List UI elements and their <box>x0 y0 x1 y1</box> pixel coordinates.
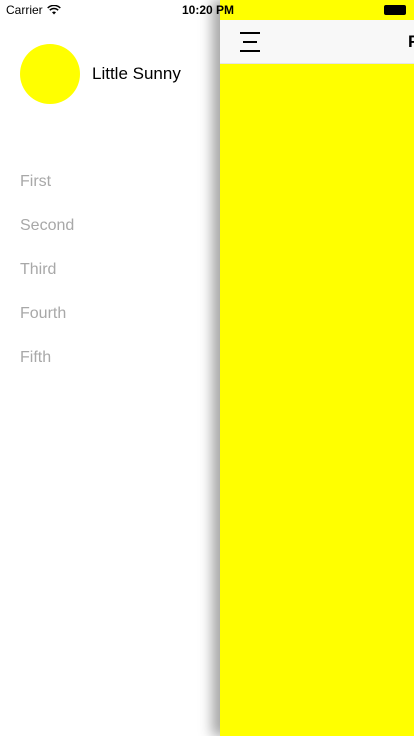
carrier-indicator: Carrier <box>6 3 61 17</box>
page-title: F <box>408 32 414 51</box>
app-screen: Carrier 10:20 PM Little Sunny First Seco… <box>0 0 414 736</box>
hamburger-icon <box>240 32 260 52</box>
menu-toggle-button[interactable] <box>238 31 262 53</box>
carrier-label: Carrier <box>6 3 43 17</box>
status-time: 10:20 PM <box>182 3 235 17</box>
wifi-icon <box>46 5 61 15</box>
profile-name: Little Sunny <box>92 64 181 83</box>
menu-item-fifth[interactable]: Fifth <box>20 336 74 380</box>
main-panel[interactable]: F <box>220 0 414 736</box>
avatar[interactable] <box>20 44 80 104</box>
menu-item-third[interactable]: Third <box>20 248 74 292</box>
side-drawer: Little Sunny First Second Third Fourth F… <box>0 0 220 736</box>
menu-item-first[interactable]: First <box>20 160 74 204</box>
menu-item-second[interactable]: Second <box>20 204 74 248</box>
battery-level <box>384 5 406 15</box>
battery-icon <box>384 5 414 15</box>
drawer-menu: First Second Third Fourth Fifth <box>20 160 74 380</box>
status-bar: Carrier 10:20 PM <box>0 0 414 20</box>
content-area <box>220 64 414 736</box>
profile-header[interactable]: Little Sunny <box>20 44 181 104</box>
menu-item-fourth[interactable]: Fourth <box>20 292 74 336</box>
navigation-bar: F <box>220 20 414 64</box>
